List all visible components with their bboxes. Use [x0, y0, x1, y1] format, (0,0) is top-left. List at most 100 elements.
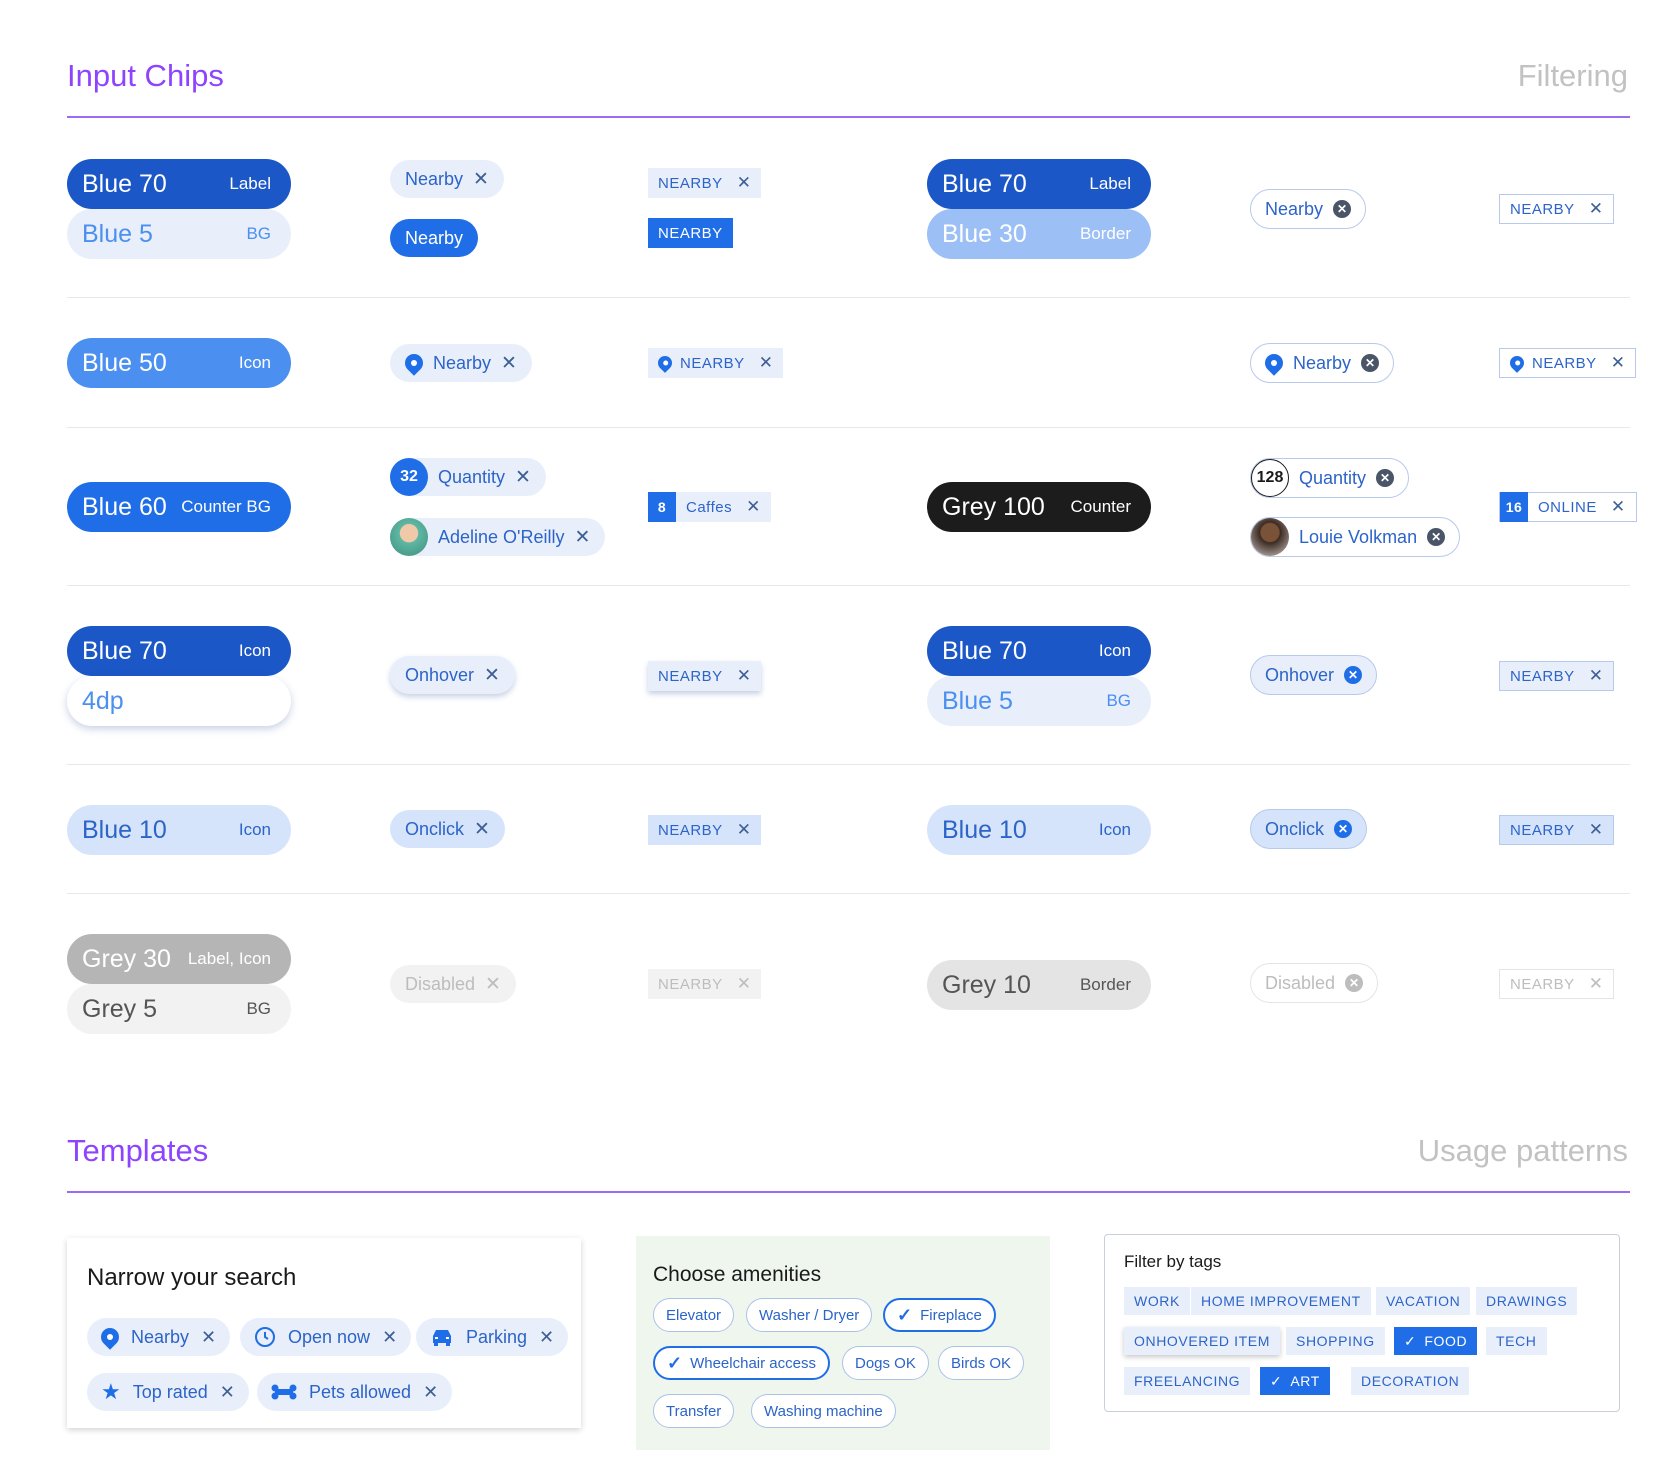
outline-tag-nearby-with-icon[interactable]: NEARBY ✕: [1499, 348, 1637, 378]
close-circle-icon[interactable]: ✕: [1333, 200, 1352, 218]
close-icon[interactable]: ✕: [515, 466, 531, 489]
chip-nearby[interactable]: Nearby ✕: [390, 160, 504, 198]
close-icon[interactable]: ✕: [575, 526, 591, 549]
location-pin-icon: [97, 1324, 123, 1350]
search-chip-open-now[interactable]: Open now ✕: [240, 1318, 412, 1356]
chip-label: Quantity: [438, 466, 506, 487]
tag-nearby[interactable]: NEARBY ✕: [648, 168, 762, 198]
close-icon: ✕: [1588, 974, 1604, 993]
chip-quantity-counter[interactable]: 32 Quantity ✕: [390, 458, 546, 496]
close-circle-icon[interactable]: ✕: [1361, 354, 1380, 372]
amenity-washer-dryer[interactable]: Washer / Dryer: [746, 1298, 873, 1332]
outline-tag-online-counter[interactable]: 16 ONLINE ✕: [1499, 492, 1637, 522]
filter-by-tags-card: Filter by tags WORK HOME IMPROVEMENT VAC…: [1104, 1234, 1620, 1412]
tag-label: NEARBY: [658, 821, 723, 839]
chip-label: Nearby: [131, 1326, 190, 1347]
swatch-blue60-counter-bg: Blue 60 Counter BG: [67, 482, 291, 532]
card-title: Choose amenities: [653, 1263, 822, 1286]
outline-tag-onhover[interactable]: NEARBY ✕: [1499, 661, 1615, 691]
tag-nearby-with-icon[interactable]: NEARBY ✕: [648, 348, 784, 378]
close-icon[interactable]: ✕: [423, 1382, 438, 1403]
chip-nearby-with-icon[interactable]: Nearby ✕: [390, 344, 532, 382]
search-chip-nearby[interactable]: Nearby ✕: [87, 1318, 231, 1356]
tag-freelancing[interactable]: FREELANCING: [1124, 1367, 1251, 1395]
close-icon[interactable]: ✕: [1589, 666, 1604, 686]
tag-onhovered-item[interactable]: ONHOVERED ITEM: [1124, 1327, 1280, 1355]
close-icon[interactable]: ✕: [539, 1327, 554, 1348]
close-icon[interactable]: ✕: [746, 497, 761, 517]
outline-tag-nearby[interactable]: NEARBY ✕: [1499, 194, 1615, 224]
close-icon[interactable]: ✕: [737, 666, 752, 686]
close-icon[interactable]: ✕: [1611, 353, 1626, 373]
swatch-role: Icon: [238, 820, 271, 839]
tag-caffes-counter[interactable]: 8 Caffes ✕: [648, 492, 771, 522]
chip-onhover[interactable]: Onhover ✕: [390, 656, 515, 694]
tag-home-improvement[interactable]: HOME IMPROVEMENT: [1191, 1287, 1371, 1315]
outline-chip-nearby-with-icon[interactable]: Nearby ✕: [1250, 343, 1395, 383]
avatar: [1251, 518, 1289, 556]
close-icon[interactable]: ✕: [473, 168, 489, 191]
close-icon[interactable]: ✕: [501, 352, 517, 375]
search-chip-parking[interactable]: Parking ✕: [416, 1318, 569, 1356]
amenity-elevator[interactable]: Elevator: [653, 1298, 735, 1332]
row-divider: [67, 893, 1630, 894]
amenity-fireplace[interactable]: ✓ Fireplace: [883, 1298, 996, 1332]
outline-chip-onclick[interactable]: Onclick ✕: [1250, 809, 1368, 849]
choose-amenities-card: Choose amenities Elevator Washer / Dryer…: [636, 1236, 1050, 1450]
tag-label: SHOPPING: [1296, 1333, 1375, 1349]
swatch-grey10-border: Grey 10 Border: [927, 960, 1151, 1010]
tag-shopping[interactable]: SHOPPING: [1286, 1327, 1385, 1355]
tag-label: NEARBY: [1510, 667, 1575, 685]
outline-chip-avatar-person[interactable]: Louie Volkman ✕: [1250, 517, 1461, 557]
outline-chip-disabled: Disabled ✕: [1250, 963, 1379, 1003]
section-title-input-chips: Input Chips: [67, 58, 224, 93]
tag-tech[interactable]: TECH: [1486, 1327, 1547, 1355]
close-icon[interactable]: ✕: [201, 1327, 216, 1348]
chip-label: Open now: [288, 1326, 371, 1347]
outline-chip-onhover[interactable]: Onhover ✕: [1250, 655, 1378, 695]
tag-nearby-selected[interactable]: NEARBY: [648, 218, 733, 248]
amenity-washing-machine[interactable]: Washing machine: [751, 1394, 896, 1428]
tag-drawings[interactable]: DRAWINGS: [1476, 1287, 1578, 1315]
tag-label: NEARBY: [680, 354, 745, 372]
amenity-transfer[interactable]: Transfer: [653, 1394, 735, 1428]
search-chip-top-rated[interactable]: ★ Top rated ✕: [87, 1373, 249, 1411]
close-icon[interactable]: ✕: [382, 1327, 397, 1348]
tag-art[interactable]: ✓ ART: [1260, 1367, 1330, 1395]
amenity-dogs-ok[interactable]: Dogs OK: [842, 1346, 929, 1380]
tag-decoration[interactable]: DECORATION: [1351, 1367, 1470, 1395]
tag-onhover[interactable]: NEARBY ✕: [648, 661, 762, 691]
tag-onclick[interactable]: NEARBY ✕: [648, 815, 762, 845]
close-icon[interactable]: ✕: [737, 820, 752, 840]
close-circle-icon[interactable]: ✕: [1334, 820, 1353, 838]
outline-chip-quantity-counter[interactable]: 128 Quantity ✕: [1250, 458, 1410, 498]
close-icon[interactable]: ✕: [737, 173, 752, 193]
chip-avatar-person[interactable]: Adeline O'Reilly ✕: [390, 518, 606, 556]
close-icon[interactable]: ✕: [484, 664, 500, 687]
chip-nearby-selected[interactable]: Nearby: [390, 219, 479, 257]
close-icon[interactable]: ✕: [1611, 497, 1626, 517]
swatch-role: Counter BG: [181, 497, 271, 516]
outline-tag-onclick[interactable]: NEARBY ✕: [1499, 815, 1615, 845]
tag-label: ONLINE: [1538, 498, 1597, 516]
tag-vacation[interactable]: VACATION: [1376, 1287, 1471, 1315]
card-title: Narrow your search: [87, 1264, 297, 1291]
tag-food[interactable]: ✓ FOOD: [1394, 1327, 1478, 1355]
swatch-blue10-icon: Blue 10 Icon: [67, 805, 291, 855]
outline-chip-nearby[interactable]: Nearby ✕: [1250, 189, 1367, 229]
swatch-role: Label: [1089, 174, 1131, 193]
close-icon[interactable]: ✕: [220, 1382, 235, 1403]
close-circle-icon[interactable]: ✕: [1344, 666, 1363, 684]
tag-work[interactable]: WORK: [1124, 1287, 1190, 1315]
close-circle-icon[interactable]: ✕: [1376, 469, 1395, 487]
close-icon[interactable]: ✕: [759, 353, 774, 373]
chip-onclick[interactable]: Onclick ✕: [390, 810, 505, 848]
amenity-wheelchair-access[interactable]: ✓ Wheelchair access: [653, 1346, 830, 1380]
close-icon[interactable]: ✕: [474, 818, 490, 841]
close-icon[interactable]: ✕: [1589, 820, 1604, 840]
close-icon[interactable]: ✕: [1589, 199, 1604, 219]
chip-label: Disabled: [405, 973, 476, 994]
search-chip-pets-allowed[interactable]: Pets allowed ✕: [257, 1373, 453, 1411]
amenity-birds-ok[interactable]: Birds OK: [938, 1346, 1025, 1380]
close-circle-icon[interactable]: ✕: [1427, 528, 1446, 546]
